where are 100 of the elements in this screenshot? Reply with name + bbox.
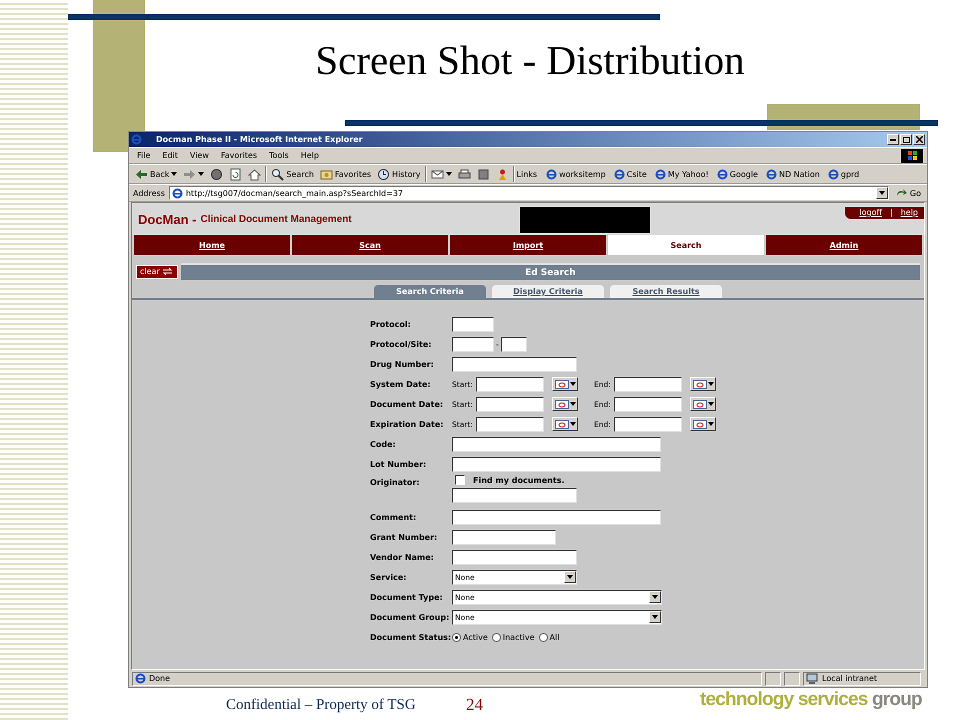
calendar-button[interactable] bbox=[552, 417, 578, 431]
menu-item[interactable]: Edit bbox=[158, 151, 182, 160]
printer-icon bbox=[458, 168, 471, 180]
input-field[interactable] bbox=[614, 376, 682, 392]
radio-button[interactable] bbox=[492, 632, 501, 642]
input-field[interactable] bbox=[476, 416, 544, 432]
sub-tab[interactable]: Search Results bbox=[610, 285, 722, 298]
input-field[interactable] bbox=[476, 396, 544, 412]
maximize-button[interactable] bbox=[900, 134, 912, 145]
dropdown-button[interactable] bbox=[649, 591, 661, 603]
menu-item[interactable]: Favorites bbox=[216, 151, 262, 160]
caret-icon bbox=[652, 595, 658, 599]
forward-arrow-icon bbox=[183, 168, 196, 180]
menu-item[interactable]: View bbox=[186, 151, 213, 160]
refresh-icon bbox=[229, 168, 242, 180]
sub-tab[interactable]: Display Criteria bbox=[492, 285, 604, 298]
ie-icon bbox=[172, 188, 183, 198]
document-icon bbox=[476, 168, 490, 180]
search-button[interactable]: Search bbox=[269, 166, 316, 182]
input-field[interactable] bbox=[452, 530, 556, 544]
dropdown-button[interactable] bbox=[649, 611, 661, 623]
nav-tab[interactable]: Scan bbox=[292, 235, 448, 255]
home-button[interactable] bbox=[246, 166, 264, 182]
input-field[interactable] bbox=[452, 488, 577, 503]
calendar-button[interactable] bbox=[552, 377, 578, 391]
history-button[interactable]: History bbox=[375, 166, 423, 182]
radio-button[interactable] bbox=[538, 632, 548, 642]
address-field[interactable]: http://tsg007/docman/search_main.asp?sSearchId=37 bbox=[168, 186, 889, 200]
checkbox[interactable] bbox=[455, 475, 465, 485]
menu-item[interactable]: Help bbox=[296, 151, 323, 160]
link-button[interactable]: worksitemp bbox=[543, 168, 609, 180]
field-label: Protocol/Site: bbox=[370, 338, 432, 350]
minimize-button[interactable] bbox=[887, 134, 899, 145]
link-button[interactable]: Csite bbox=[610, 168, 650, 180]
calendar-icon bbox=[554, 420, 568, 428]
input-field[interactable] bbox=[452, 336, 494, 352]
ie-icon bbox=[766, 168, 777, 180]
radio-label: Inactive bbox=[502, 632, 534, 642]
link-button[interactable]: My Yahoo! bbox=[652, 168, 712, 180]
caret-icon bbox=[570, 422, 576, 426]
ie-icon bbox=[828, 168, 839, 180]
link-button[interactable]: gprd bbox=[824, 168, 862, 180]
caret-icon bbox=[198, 172, 204, 176]
caret-icon bbox=[570, 382, 576, 386]
field-label: Service: bbox=[370, 572, 408, 584]
close-icon bbox=[916, 136, 922, 143]
back-arrow-icon bbox=[135, 168, 148, 180]
zone-indicator: Local intranet bbox=[803, 672, 921, 686]
menu-item[interactable]: Tools bbox=[265, 151, 293, 160]
caret-icon bbox=[171, 172, 178, 176]
dropdown-button[interactable] bbox=[564, 571, 576, 583]
input-field[interactable] bbox=[614, 396, 682, 412]
calendar-icon bbox=[554, 400, 568, 408]
menu-item[interactable]: File bbox=[133, 151, 154, 160]
go-button[interactable]: Go bbox=[892, 186, 923, 200]
back-button[interactable]: Back bbox=[133, 166, 180, 182]
input-field[interactable] bbox=[452, 510, 661, 524]
input-field[interactable] bbox=[452, 356, 577, 372]
header-link[interactable]: help bbox=[900, 208, 918, 217]
nav-tab[interactable]: Import bbox=[450, 235, 606, 255]
calendar-button[interactable] bbox=[690, 377, 716, 391]
input-field[interactable] bbox=[452, 550, 577, 564]
minimize-icon bbox=[890, 138, 896, 140]
link-button[interactable]: ND Nation bbox=[762, 168, 823, 180]
header-link[interactable]: logoff bbox=[859, 208, 882, 217]
caret-icon bbox=[570, 402, 576, 406]
status-text: Done bbox=[132, 672, 762, 686]
maximize-icon bbox=[902, 136, 910, 143]
app-brand: DocMan - bbox=[138, 212, 196, 226]
input-field[interactable] bbox=[500, 336, 527, 352]
field-label: Comment: bbox=[370, 512, 418, 524]
nav-tab[interactable]: Search bbox=[608, 235, 764, 255]
nav-tab[interactable]: Home bbox=[134, 235, 290, 255]
flag-icon bbox=[908, 151, 916, 160]
mail-icon bbox=[430, 168, 444, 180]
sub-tab[interactable]: Search Criteria bbox=[374, 285, 486, 298]
radio-label: Active bbox=[463, 632, 488, 642]
favorites-button[interactable]: Favorites bbox=[318, 166, 374, 182]
print-button[interactable] bbox=[456, 166, 473, 182]
calendar-button[interactable] bbox=[552, 397, 578, 411]
input-field[interactable] bbox=[452, 456, 661, 472]
input-field[interactable] bbox=[614, 416, 682, 432]
field-label: Document Status: bbox=[370, 632, 452, 644]
dropdown-button[interactable] bbox=[876, 187, 888, 199]
radio-button[interactable] bbox=[452, 632, 461, 642]
link-button[interactable]: Google bbox=[714, 168, 761, 180]
calendar-button[interactable] bbox=[690, 397, 716, 411]
nav-tab[interactable]: Admin bbox=[766, 235, 922, 255]
input-field[interactable] bbox=[476, 376, 544, 392]
search-icon bbox=[271, 168, 284, 180]
clear-button[interactable]: clear bbox=[136, 264, 178, 278]
field-label: Drug Number: bbox=[370, 358, 435, 371]
clock-icon bbox=[377, 168, 390, 180]
link-divider: | bbox=[890, 208, 893, 217]
input-field[interactable] bbox=[452, 316, 494, 332]
calendar-button[interactable] bbox=[690, 417, 716, 431]
footer-text: Confidential – Property of TSG bbox=[226, 697, 416, 714]
calendar-icon bbox=[692, 380, 706, 388]
input-field[interactable] bbox=[452, 436, 661, 452]
close-button[interactable] bbox=[913, 134, 925, 145]
